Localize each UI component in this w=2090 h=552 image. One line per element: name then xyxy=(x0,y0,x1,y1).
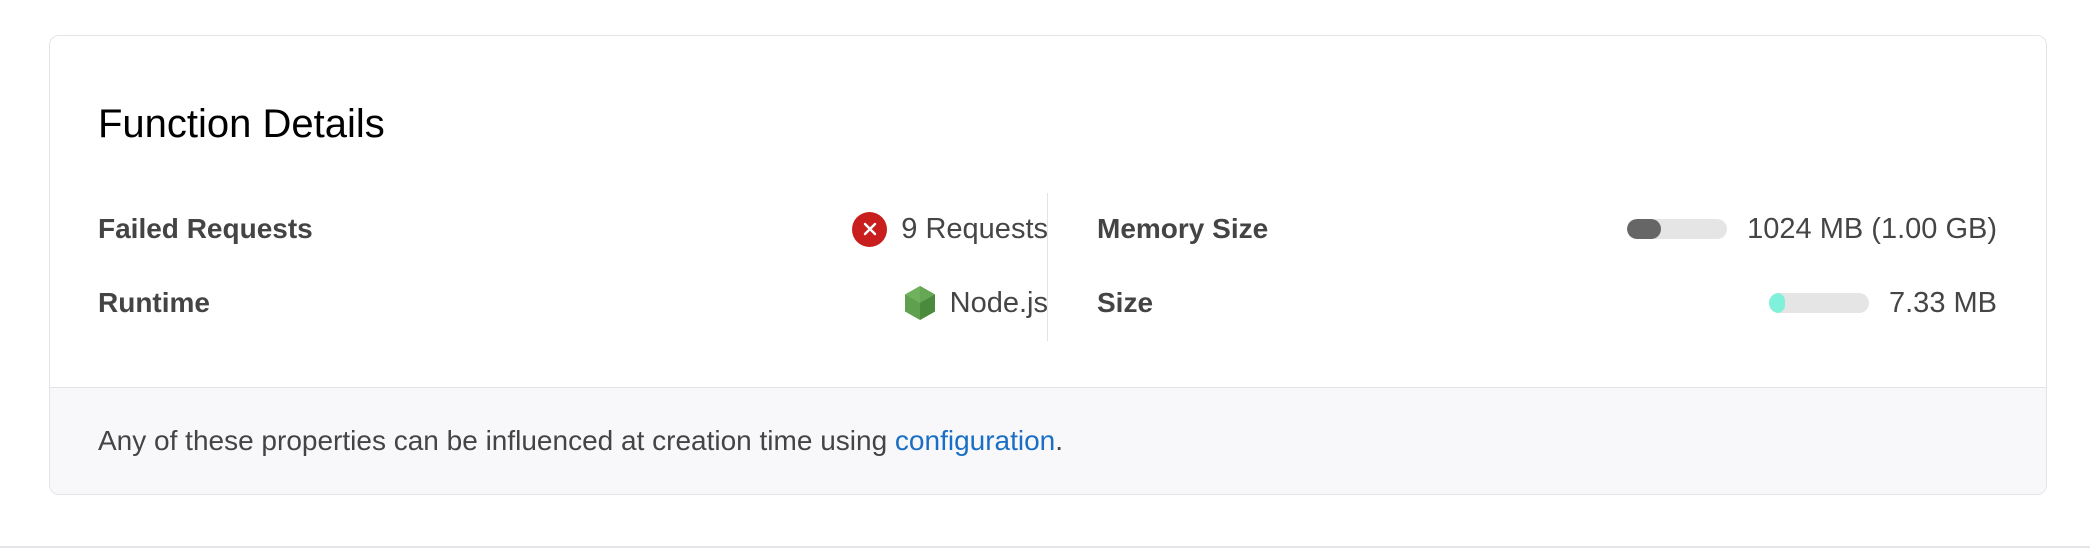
footer-text-after: . xyxy=(1055,425,1064,456)
size-usage-bar-fill xyxy=(1769,293,1785,313)
failed-requests-count: 9 Requests xyxy=(901,212,1048,245)
footer-text-before: Any of these properties can be influence… xyxy=(98,425,895,456)
card-title: Function Details xyxy=(98,102,385,146)
details-right-column: Memory Size 1024 MB (1.00 GB) Size 7.33 … xyxy=(1097,194,1997,340)
failed-requests-value: 9 Requests xyxy=(852,211,1048,247)
failed-requests-label: Failed Requests xyxy=(98,213,313,244)
runtime-label: Runtime xyxy=(98,287,210,318)
page-bottom-rule xyxy=(0,546,2090,548)
memory-usage-bar-fill xyxy=(1627,219,1662,239)
card-footer: Any of these properties can be influence… xyxy=(50,387,2046,494)
size-text: 7.33 MB xyxy=(1889,286,1997,319)
configuration-link[interactable]: configuration xyxy=(895,425,1055,456)
runtime-value: Node.js xyxy=(904,285,1048,321)
function-details-card: Function Details Failed Requests 9 Reque… xyxy=(49,35,2047,495)
error-x-icon xyxy=(852,211,888,247)
memory-size-row: Memory Size 1024 MB (1.00 GB) xyxy=(1097,209,1997,249)
memory-size-value: 1024 MB (1.00 GB) xyxy=(1627,213,1997,246)
size-label: Size xyxy=(1097,287,1154,318)
runtime-name: Node.js xyxy=(949,286,1048,319)
memory-size-text: 1024 MB (1.00 GB) xyxy=(1747,212,1997,245)
column-divider xyxy=(1047,193,1048,341)
size-value: 7.33 MB xyxy=(1769,287,1997,320)
memory-size-label: Memory Size xyxy=(1097,213,1269,244)
size-row: Size 7.33 MB xyxy=(1097,283,1997,323)
details-left-column: Failed Requests 9 Requests Runtime Node.… xyxy=(98,194,1048,340)
size-usage-bar xyxy=(1769,293,1869,313)
memory-usage-bar xyxy=(1627,219,1728,239)
failed-requests-row: Failed Requests 9 Requests xyxy=(98,209,1048,249)
runtime-row: Runtime Node.js xyxy=(98,283,1048,323)
footer-text: Any of these properties can be influence… xyxy=(98,425,1063,457)
nodejs-icon xyxy=(904,286,935,320)
